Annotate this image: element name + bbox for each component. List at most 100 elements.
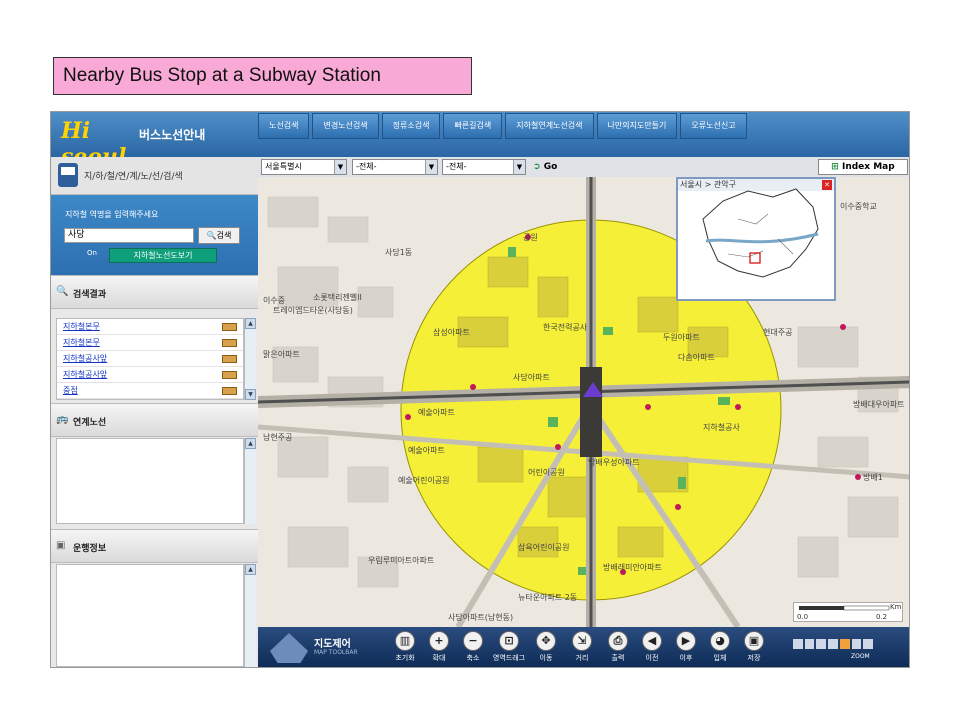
tool-label: 출력 [611,654,625,662]
reset-button[interactable]: ▥ 초기화 [386,631,424,667]
back-arrow-icon: ◀ [642,631,662,651]
bus-icon [222,354,237,363]
forward-arrow-icon: ▶ [676,631,696,651]
result-link[interactable]: 중점 [63,385,78,396]
zoom-in-button[interactable]: + 확대 [420,631,458,667]
scroll-down-icon[interactable]: ▼ [245,389,256,400]
station-search-input[interactable]: 사당 [64,228,194,243]
go-button[interactable]: ➲ Go [533,159,573,175]
previous-button[interactable]: ◀ 이전 [633,631,671,667]
scroll-up-icon[interactable]: ▲ [245,564,256,575]
zoom-level-strip[interactable] [793,639,874,649]
tool-label: 이동 [539,654,553,662]
scale-max: 0.2 [876,613,888,621]
nav-my-map[interactable]: 나만의지도만들기 [596,113,678,139]
zoom-level[interactable] [851,639,862,649]
bus-route-app: Hi seoul 버스노선안내 노선검색 변경노선검색 정류소검색 빠른길검색 … [50,111,910,668]
results-list: 지하철본무 지하철본무 지하철공사앞 지하철공사앞 중점 [56,318,244,400]
operation-info-body [56,564,244,667]
chevron-down-icon: ▼ [334,160,346,174]
print-icon: ⎙ [608,631,628,651]
map-label: 한국전력공사 [543,323,588,332]
pan-icon: ✥ [536,631,556,651]
zoom-out-button[interactable]: − 축소 [454,631,492,667]
save-button[interactable]: ▣ 저장 [735,631,773,667]
map-label: 지하철공사 [703,423,740,432]
map-label: 사당아파트(남현동) [448,613,514,622]
tool-label: 축소 [466,654,480,662]
map-label: 예술아파트 [408,446,445,455]
zoom-level[interactable] [804,639,815,649]
zoom-level[interactable] [839,639,850,649]
index-map-icon: ⊞ [831,162,839,172]
city-select[interactable]: 서울특별시 ▼ [261,159,347,175]
map-label: 다솜아파트 [678,353,715,362]
3d-button[interactable]: ◕ 입체 [701,631,739,667]
tool-label: 저장 [747,654,761,662]
map-scale: 0.0 0.2 Km [793,602,903,622]
result-link[interactable]: 지하철공사앞 [63,369,107,380]
map-filter-bar: 서울특별시 ▼ -전체- ▼ -전체- ▼ ➲ Go ⊞ Index Map [258,157,909,177]
result-link[interactable]: 지하철공사앞 [63,353,107,364]
map-canvas[interactable]: 공원 사당1동 삼성아파트 한국전력공사 두원아파트 현대주공 다솜아파트 사당… [258,177,909,627]
tool-label: 거리 [575,654,589,662]
connected-routes-title: 연계노선 [73,418,107,428]
nav-subway-link-search[interactable]: 지하철연계노선검색 [505,113,594,139]
tool-label: 이전 [645,654,659,662]
tool-label: 영역드래그 [492,654,526,662]
result-link[interactable]: 지하철본무 [63,321,100,332]
map-label: 두원아파트 [663,333,700,342]
nav-route-search[interactable]: 노선검색 [258,113,310,139]
tool-label: 이후 [679,654,693,662]
scroll-up-icon[interactable]: ▲ [245,438,256,449]
nav-stop-search[interactable]: 정류소검색 [381,113,441,139]
info-icon: ▣ [56,540,66,551]
nav-report-error[interactable]: 오류노선신고 [680,113,747,139]
list-item[interactable]: 지하철본무 [57,335,243,351]
district-select[interactable]: -전체- ▼ [352,159,438,175]
result-link[interactable]: 지하철본무 [63,337,100,348]
go-button-label: Go [543,162,558,172]
map-label: 이수중학교 [840,202,877,211]
index-map-inset[interactable]: 서울시 > 관악구 ✕ [676,177,836,301]
connected-scrollbar[interactable]: ▲ [244,438,256,524]
results-scrollbar[interactable]: ▲ ▼ [244,318,256,400]
operation-scrollbar[interactable]: ▲ [244,564,256,667]
zoom-level[interactable] [863,639,874,649]
scroll-up-icon[interactable]: ▲ [245,318,256,329]
city-select-value: 서울특별시 [265,162,302,171]
index-map-label: Index Map [841,162,895,172]
nav-fast-path-search[interactable]: 빠른길검색 [443,113,503,139]
hi-seoul-logo[interactable]: Hi seoul [61,118,131,170]
app-subtitle: 버스노선안내 [139,128,206,142]
line-map-button[interactable]: 지하철노선도보기 [109,248,217,263]
pan-button[interactable]: ✥ 이동 [527,631,565,667]
next-button[interactable]: ▶ 이후 [667,631,705,667]
search-button-label: 검색 [216,231,232,240]
connected-routes-header: 🚌 연계노선 [51,403,258,437]
zoom-level[interactable] [816,639,827,649]
top-nav: 노선검색 변경노선검색 정류소검색 빠른길검색 지하철연계노선검색 나만의지도만… [258,112,750,142]
list-item[interactable]: 지하철공사앞 [57,351,243,367]
map-label: 방배대우아파트 [853,400,905,409]
tool-label: 초기화 [395,654,415,662]
list-item[interactable]: 중점 [57,383,243,399]
distance-icon: ⇲ [572,631,592,651]
app-header: Hi seoul 버스노선안내 노선검색 변경노선검색 정류소검색 빠른길검색 … [51,112,909,170]
print-button[interactable]: ⎙ 출력 [599,631,637,667]
zoom-level[interactable] [828,639,838,649]
dong-select[interactable]: -전체- ▼ [442,159,526,175]
drag-zoom-button[interactable]: ⊡ 영역드래그 [490,631,528,667]
bus-icon [222,370,237,379]
list-item[interactable]: 지하철본무 [57,319,243,335]
scale-bar [799,605,890,611]
list-item[interactable]: 지하철공사앞 [57,367,243,383]
zoom-level[interactable] [793,639,803,649]
distance-button[interactable]: ⇲ 거리 [563,631,601,667]
search-button[interactable]: 🔍검색 [198,227,240,244]
go-arrow-icon: ➲ [533,162,541,172]
toggle-icon[interactable]: On [87,249,105,261]
map-label: 남현주공 [263,433,293,442]
nav-changed-route-search[interactable]: 변경노선검색 [312,113,379,139]
index-map-button[interactable]: ⊞ Index Map [818,159,908,175]
